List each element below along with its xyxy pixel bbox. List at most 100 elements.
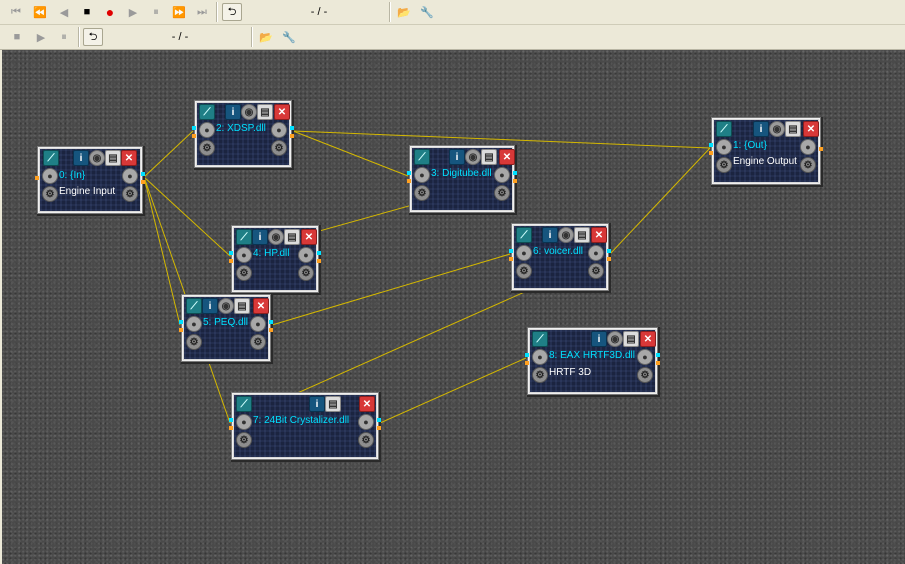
edit-icon[interactable]: ⟋ xyxy=(199,104,215,120)
info-icon[interactable]: i xyxy=(753,121,769,137)
disc-icon[interactable]: ◉ xyxy=(607,331,623,347)
plugin-node-out[interactable]: ⟋ i ◉ ▤ ✕ ● ⚙ ● ⚙ 1: {Out} Engine Output xyxy=(709,118,823,184)
input-pin[interactable] xyxy=(35,176,39,180)
settings-gear-icon[interactable]: ⚙ xyxy=(358,432,374,448)
disc-icon[interactable]: ◉ xyxy=(89,150,105,166)
step-back-button[interactable]: ◀ xyxy=(54,3,74,21)
skip-start-button[interactable]: ⏮ xyxy=(6,3,26,21)
settings-gear-icon[interactable]: ⚙ xyxy=(637,367,653,383)
knob-icon[interactable]: ● xyxy=(186,316,202,332)
plugin-node-digitube[interactable]: ⟋ i ◉ ▤ ✕ ● ⚙ ● ⚙ 3: Digitube.dll xyxy=(407,146,517,212)
knob-icon[interactable]: ● xyxy=(236,247,252,263)
edit-icon[interactable]: ⟋ xyxy=(516,227,532,243)
edit-icon[interactable]: ⟋ xyxy=(186,298,202,314)
input-pin[interactable] xyxy=(709,151,713,155)
input-pin[interactable] xyxy=(229,426,233,430)
input-pin[interactable] xyxy=(229,418,233,422)
document-icon[interactable]: ▤ xyxy=(105,150,121,166)
edit-icon[interactable]: ⟋ xyxy=(236,396,252,412)
output-pin[interactable] xyxy=(141,172,145,176)
settings-gear-icon[interactable]: ⚙ xyxy=(42,186,58,202)
plugin-node-eax[interactable]: ⟋ i ◉ ▤ ✕ ● ⚙ ● ⚙ 8: EAX HRTF3D.dll HRTF 3D xyxy=(525,328,660,394)
edit-icon[interactable]: ⟋ xyxy=(43,150,59,166)
input-pin[interactable] xyxy=(509,257,513,261)
info-icon[interactable]: i xyxy=(542,227,558,243)
document-icon[interactable]: ▤ xyxy=(284,229,300,245)
pause-button-2[interactable]: ⏸ xyxy=(54,28,74,46)
input-pin[interactable] xyxy=(192,134,196,138)
output-pin[interactable] xyxy=(269,320,273,324)
output-pin[interactable] xyxy=(656,353,660,357)
plugin-node-crystalizer[interactable]: ⟋ i ▤ ✕ ● ⚙ ● ⚙ 7: 24Bit Crystalizer.dll xyxy=(229,393,381,459)
close-icon[interactable]: ✕ xyxy=(301,229,317,245)
knob-icon[interactable]: ● xyxy=(199,122,215,138)
input-pin[interactable] xyxy=(407,179,411,183)
output-pin[interactable] xyxy=(269,328,273,332)
knob-icon[interactable]: ● xyxy=(800,139,816,155)
skip-end-button[interactable]: ⏭ xyxy=(192,3,212,21)
document-icon[interactable]: ▤ xyxy=(574,227,590,243)
loop-button[interactable]: ⮌ xyxy=(222,3,242,21)
knob-icon[interactable]: ● xyxy=(358,414,374,430)
close-icon[interactable]: ✕ xyxy=(121,150,137,166)
knob-icon[interactable]: ● xyxy=(516,245,532,261)
settings-gear-icon[interactable]: ⚙ xyxy=(186,334,202,350)
play-button[interactable]: ▶ xyxy=(123,3,143,21)
input-pin[interactable] xyxy=(192,126,196,130)
settings-gear-icon[interactable]: ⚙ xyxy=(122,186,138,202)
input-pin[interactable] xyxy=(229,251,233,255)
knob-icon[interactable]: ● xyxy=(236,414,252,430)
info-icon[interactable]: i xyxy=(252,229,268,245)
output-pin[interactable] xyxy=(377,418,381,422)
knob-icon[interactable]: ● xyxy=(414,167,430,183)
open-folder-button-2[interactable]: 📂 xyxy=(256,28,276,46)
graph-workspace[interactable]: ⟋ i ◉ ▤ ✕ ● ⚙ ● ⚙ 0: {In} Engine Input ⟋ i ◉ ▤ ✕ ● ⚙ ● ⚙ 2: … xyxy=(2,50,905,564)
disc-icon[interactable]: ◉ xyxy=(769,121,785,137)
disc-icon[interactable]: ◉ xyxy=(218,298,234,314)
knob-icon[interactable]: ● xyxy=(588,245,604,261)
settings-gear-icon[interactable]: ⚙ xyxy=(414,185,430,201)
input-pin[interactable] xyxy=(179,328,183,332)
knob-icon[interactable]: ● xyxy=(637,349,653,365)
plugin-node-in[interactable]: ⟋ i ◉ ▤ ✕ ● ⚙ ● ⚙ 0: {In} Engine Input xyxy=(35,147,145,213)
disc-icon[interactable]: ◉ xyxy=(268,229,284,245)
document-icon[interactable]: ▤ xyxy=(234,298,250,314)
info-icon[interactable]: i xyxy=(309,396,325,412)
settings-gear-icon[interactable]: ⚙ xyxy=(716,157,732,173)
open-folder-button[interactable]: 📂 xyxy=(394,3,414,21)
record-button[interactable]: ● xyxy=(100,3,120,21)
knob-icon[interactable]: ● xyxy=(494,167,510,183)
input-pin[interactable] xyxy=(525,353,529,357)
rewind-button[interactable]: ⏪ xyxy=(30,3,50,21)
input-pin[interactable] xyxy=(709,143,713,147)
loop-button-2[interactable]: ⮌ xyxy=(83,28,103,46)
input-pin[interactable] xyxy=(407,171,411,175)
knob-icon[interactable]: ● xyxy=(42,168,58,184)
knob-icon[interactable]: ● xyxy=(122,168,138,184)
info-icon[interactable]: i xyxy=(449,149,465,165)
info-icon[interactable]: i xyxy=(202,298,218,314)
knob-icon[interactable]: ● xyxy=(716,139,732,155)
close-icon[interactable]: ✕ xyxy=(359,396,375,412)
output-pin[interactable] xyxy=(513,171,517,175)
close-icon[interactable]: ✕ xyxy=(499,149,515,165)
settings-gear-icon[interactable]: ⚙ xyxy=(516,263,532,279)
knob-icon[interactable]: ● xyxy=(271,122,287,138)
close-icon[interactable]: ✕ xyxy=(274,104,290,120)
knob-icon[interactable]: ● xyxy=(298,247,314,263)
document-icon[interactable]: ▤ xyxy=(481,149,497,165)
edit-icon[interactable]: ⟋ xyxy=(532,331,548,347)
output-pin[interactable] xyxy=(377,426,381,430)
input-pin[interactable] xyxy=(179,320,183,324)
document-icon[interactable]: ▤ xyxy=(785,121,801,137)
fast-forward-button[interactable]: ⏩ xyxy=(169,3,189,21)
knob-icon[interactable]: ● xyxy=(250,316,266,332)
disc-icon[interactable]: ◉ xyxy=(241,104,257,120)
input-pin[interactable] xyxy=(525,361,529,365)
document-icon[interactable]: ▤ xyxy=(257,104,273,120)
disc-icon[interactable]: ◉ xyxy=(558,227,574,243)
output-pin[interactable] xyxy=(317,251,321,255)
output-pin[interactable] xyxy=(141,180,145,184)
settings-gear-icon[interactable]: ⚙ xyxy=(588,263,604,279)
output-pin[interactable] xyxy=(607,249,611,253)
